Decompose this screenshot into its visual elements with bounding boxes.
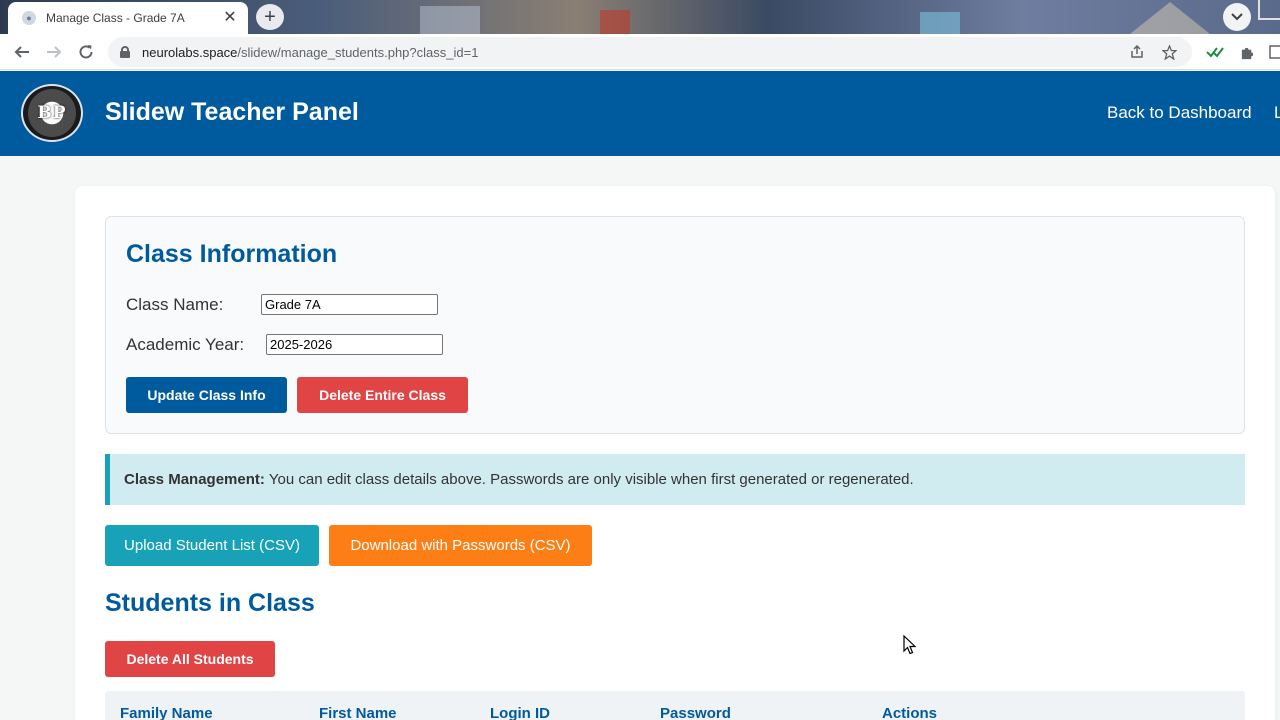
class-management-alert: Class Management: You can edit class det… [105, 454, 1245, 505]
browser-tab-active[interactable]: ● Manage Class - Grade 7A ✕ [8, 2, 248, 34]
academic-year-input[interactable] [266, 334, 443, 355]
tab-search-button[interactable] [1223, 3, 1251, 31]
reload-icon [79, 45, 93, 59]
logout-link[interactable]: L [1274, 103, 1280, 123]
address-bar[interactable]: neurolabs.space/slidew/manage_students.p… [108, 37, 1192, 67]
lock-icon[interactable] [120, 46, 130, 58]
url-text[interactable]: neurolabs.space/slidew/manage_students.p… [142, 45, 1116, 60]
browser-tabstrip: ● Manage Class - Grade 7A ✕ + [0, 0, 1280, 34]
tab-close-icon[interactable]: ✕ [222, 10, 238, 26]
delete-class-button[interactable]: Delete Entire Class [297, 377, 468, 413]
window-restore-icon[interactable] [1258, 0, 1280, 20]
delete-all-students-button[interactable]: Delete All Students [105, 641, 275, 677]
column-header-actions: Actions [882, 705, 938, 720]
logo-text: BP [37, 103, 67, 123]
app-header: BP Slidew Teacher Panel Back to Dashboar… [0, 71, 1280, 156]
back-icon [14, 46, 29, 58]
chevron-down-icon [1231, 13, 1243, 21]
column-header-first-name[interactable]: First Name [319, 705, 397, 720]
update-class-button[interactable]: Update Class Info [126, 377, 287, 413]
check-extension-icon[interactable] [1205, 42, 1225, 62]
column-header-password[interactable]: Password [660, 705, 731, 720]
class-info-title: Class Information [126, 240, 338, 268]
forward-icon [47, 46, 62, 58]
academic-year-label: Academic Year: [126, 335, 245, 354]
side-panel-icon[interactable] [1266, 42, 1280, 62]
back-button[interactable] [10, 40, 34, 64]
wallpaper-detail [600, 10, 630, 34]
star-icon[interactable] [1158, 41, 1180, 63]
wallpaper-detail [1130, 2, 1210, 34]
class-name-input[interactable] [261, 294, 438, 315]
browser-toolbar: neurolabs.space/slidew/manage_students.p… [0, 34, 1280, 70]
column-header-login-id[interactable]: Login ID [490, 705, 550, 720]
forward-button[interactable] [42, 40, 66, 64]
alert-heading: Class Management: [124, 471, 265, 488]
students-table-header: Family Name First Name Login ID Password… [105, 691, 1245, 720]
share-icon[interactable] [1126, 41, 1148, 63]
column-header-family-name[interactable]: Family Name [120, 705, 213, 720]
tab-favicon-icon: ● [22, 11, 36, 25]
wallpaper-detail [420, 6, 480, 34]
new-tab-button[interactable]: + [256, 4, 284, 30]
back-to-dashboard-link[interactable]: Back to Dashboard [1107, 103, 1252, 123]
download-csv-button[interactable]: Download with Passwords (CSV) [329, 525, 592, 566]
puzzle-icon[interactable] [1237, 42, 1257, 62]
app-title: Slidew Teacher Panel [105, 98, 359, 126]
tab-title: Manage Class - Grade 7A [46, 11, 185, 25]
wallpaper-detail [920, 12, 960, 34]
reload-button[interactable] [74, 40, 98, 64]
url-host: neurolabs.space [142, 44, 238, 60]
url-path: /slidew/manage_students.php?class_id=1 [237, 44, 479, 60]
brain-logo[interactable]: BP [21, 84, 83, 142]
upload-csv-button[interactable]: Upload Student List (CSV) [105, 525, 319, 566]
alert-text: You can edit class details above. Passwo… [268, 471, 914, 488]
class-name-label: Class Name: [126, 295, 224, 314]
students-title: Students in Class [105, 589, 315, 617]
mouse-cursor-icon [903, 635, 917, 655]
